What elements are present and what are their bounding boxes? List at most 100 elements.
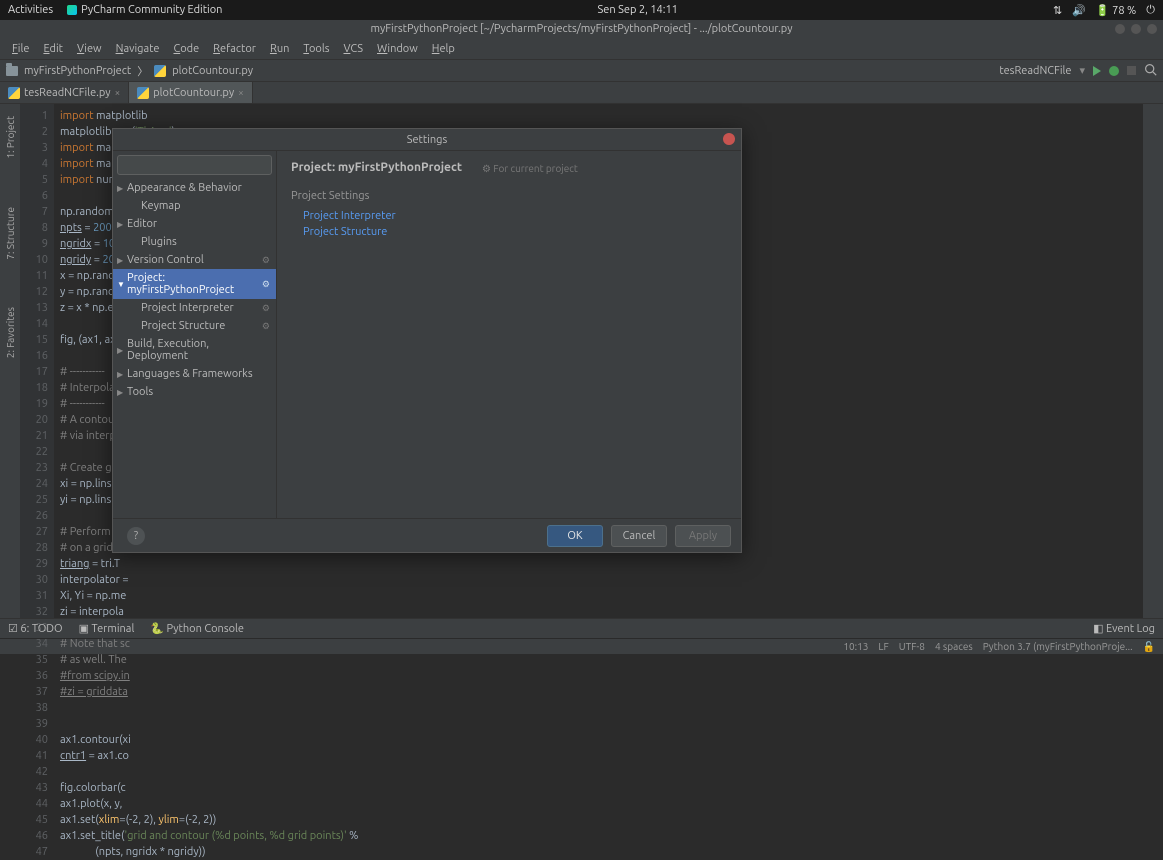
editor-tab[interactable]: tesReadNCFile.py ×	[0, 82, 129, 103]
menu-help[interactable]: Help	[426, 41, 461, 57]
stop-icon[interactable]	[1127, 66, 1136, 75]
menu-file[interactable]: File	[6, 41, 35, 57]
expand-arrow-icon: ▶	[117, 346, 123, 355]
settings-tree-item[interactable]: ▶ Build, Execution, Deployment	[113, 335, 276, 365]
run-icon[interactable]	[1093, 66, 1101, 76]
expand-arrow-icon: ▶	[117, 370, 123, 379]
menu-navigate[interactable]: Navigate	[110, 41, 166, 57]
network-icon[interactable]: ⇅	[1053, 4, 1062, 17]
tree-item-label: Project Structure	[141, 320, 225, 332]
run-config-selector[interactable]: tesReadNCFile	[999, 65, 1071, 77]
activities-button[interactable]: Activities	[8, 4, 53, 16]
menu-view[interactable]: View	[71, 41, 108, 57]
status-line-sep[interactable]: LF	[878, 641, 888, 652]
tree-item-label: Build, Execution, Deployment	[127, 338, 270, 362]
expand-arrow-icon: ▼	[117, 280, 125, 289]
menu-code[interactable]: Code	[167, 41, 205, 57]
minimize-button[interactable]	[1115, 24, 1125, 34]
dialog-footer: ? OK Cancel Apply	[113, 518, 741, 552]
status-encoding[interactable]: UTF-8	[899, 641, 925, 652]
editor-tabstrip: tesReadNCFile.py × plotCountour.py ×	[0, 82, 1163, 104]
gear-icon: ⚙	[262, 279, 270, 290]
toolwindow-tab[interactable]: 2: Favorites	[3, 303, 18, 362]
settings-tree-item[interactable]: ▶Editor	[113, 215, 276, 233]
settings-tree-item[interactable]: Project Interpreter⚙	[113, 299, 276, 317]
dialog-close-button[interactable]	[723, 133, 735, 145]
close-button[interactable]	[1147, 24, 1157, 34]
menu-tools[interactable]: Tools	[297, 41, 335, 57]
battery-indicator[interactable]: 🔋 78 %	[1096, 4, 1136, 17]
breadcrumb-sep: 〉	[137, 63, 148, 79]
search-icon[interactable]	[1144, 63, 1157, 79]
dialog-titlebar: Settings	[113, 129, 741, 151]
menu-bar: FileEditViewNavigateCodeRefactorRunTools…	[0, 38, 1163, 60]
right-toolwindow-bar	[1143, 104, 1163, 618]
volume-icon[interactable]: 🔊	[1072, 4, 1086, 17]
project-settings-subhead: Project Settings	[291, 190, 727, 202]
clock[interactable]: Sen Sep 2, 14:11	[222, 4, 1053, 16]
settings-link[interactable]: Project Structure	[291, 224, 727, 240]
settings-tree-item[interactable]: ▼Project: myFirstPythonProject⚙	[113, 269, 276, 299]
settings-tree-item[interactable]: ▶Version Control⚙	[113, 251, 276, 269]
tool-python-console[interactable]: 🐍 Python Console	[150, 622, 244, 635]
python-file-icon	[137, 87, 149, 99]
status-lock-icon[interactable]: 🔓	[1143, 641, 1155, 653]
expand-arrow-icon: ▶	[117, 220, 123, 229]
breadcrumb-file[interactable]: plotCountour.py	[172, 65, 253, 77]
toolwindow-tab[interactable]: 7: Structure	[3, 203, 18, 264]
apply-button[interactable]: Apply	[675, 525, 731, 547]
power-icon[interactable]: ⏻	[1146, 4, 1155, 17]
menu-window[interactable]: Window	[371, 41, 424, 57]
status-interpreter[interactable]: Python 3.7 (myFirstPythonProje...	[983, 641, 1133, 652]
menu-vcs[interactable]: VCS	[338, 41, 370, 57]
settings-tree-item[interactable]: Project Structure ⚙	[113, 317, 276, 335]
tool-terminal[interactable]: ▣ Terminal	[79, 622, 135, 635]
settings-content: Project: myFirstPythonProject ⚙ For curr…	[277, 151, 741, 518]
tab-label: tesReadNCFile.py	[24, 87, 111, 99]
tool-todo[interactable]: ☑ 6: TODO	[8, 622, 63, 635]
settings-link[interactable]: Project Interpreter	[291, 208, 727, 224]
maximize-button[interactable]	[1131, 24, 1141, 34]
window-title: myFirstPythonProject [~/PycharmProjects/…	[370, 23, 792, 35]
tree-item-label: Tools	[127, 386, 153, 398]
gear-icon: ⚙	[262, 255, 270, 266]
editor-tab[interactable]: plotCountour.py ×	[129, 82, 253, 103]
breadcrumb-project[interactable]: myFirstPythonProject	[24, 65, 131, 77]
settings-tree: ▶Appearance & BehaviorKeymap▶Editor Plugi…	[113, 179, 276, 518]
menu-run[interactable]: Run	[264, 41, 295, 57]
ok-button[interactable]: OK	[547, 525, 603, 547]
settings-tree-item[interactable]: ▶Appearance & Behavior	[113, 179, 276, 197]
settings-dialog: Settings ▶Appearance & BehaviorKeymap▶Ed…	[112, 128, 742, 553]
nav-bar: myFirstPythonProject 〉 plotCountour.py t…	[0, 60, 1163, 82]
bottom-toolbar: ☑ 6: TODO ▣ Terminal 🐍 Python Console ◧ …	[0, 618, 1163, 638]
chevron-down-icon[interactable]: ▾	[1079, 64, 1085, 77]
expand-arrow-icon: ▶	[117, 388, 123, 397]
status-indent[interactable]: 4 spaces	[935, 641, 973, 652]
settings-tree-item[interactable]: Plugins	[113, 233, 276, 251]
status-bar: 10:13 LF UTF-8 4 spaces Python 3.7 (myFi…	[0, 638, 1163, 654]
settings-tree-item[interactable]: Keymap	[113, 197, 276, 215]
tab-label: plotCountour.py	[153, 87, 234, 99]
toolwindow-tab[interactable]: 1: Project	[3, 112, 18, 163]
menu-edit[interactable]: Edit	[37, 41, 69, 57]
system-bar: Activities PyCharm Community Edition Sen…	[0, 0, 1163, 20]
status-caret-pos[interactable]: 10:13	[843, 641, 868, 652]
tree-item-label: Plugins	[141, 236, 177, 248]
settings-search-input[interactable]	[122, 159, 275, 171]
python-file-icon	[8, 87, 20, 99]
cancel-button[interactable]: Cancel	[611, 525, 667, 547]
close-icon[interactable]: ×	[115, 87, 121, 98]
for-current-project-label: ⚙ For current project	[482, 163, 578, 175]
debug-icon[interactable]	[1109, 66, 1119, 76]
menu-refactor[interactable]: Refactor	[207, 41, 262, 57]
close-icon[interactable]: ×	[238, 87, 244, 98]
expand-arrow-icon: ▶	[117, 256, 123, 265]
tool-event-log[interactable]: ◧ Event Log	[1093, 622, 1155, 635]
settings-heading: Project: myFirstPythonProject	[291, 161, 462, 174]
app-indicator[interactable]: PyCharm Community Edition	[67, 4, 222, 16]
settings-tree-item[interactable]: ▶Languages & Frameworks	[113, 365, 276, 383]
gear-icon: ⚙	[262, 321, 270, 332]
settings-tree-item[interactable]: ▶ Tools	[113, 383, 276, 401]
settings-search[interactable]	[117, 155, 272, 175]
help-button[interactable]: ?	[127, 527, 145, 545]
